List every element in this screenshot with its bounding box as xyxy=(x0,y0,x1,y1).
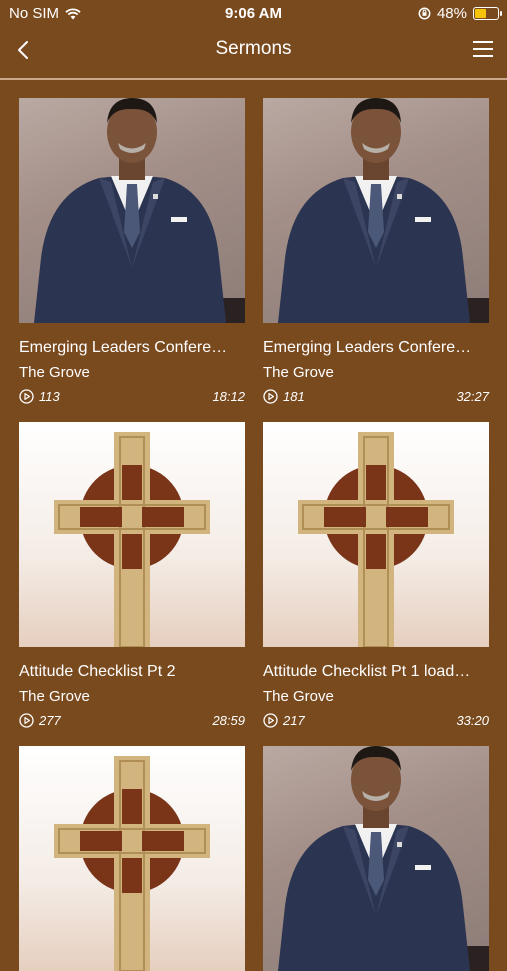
status-bar: No SIM 9:06 AM 48% xyxy=(0,0,507,28)
play-count-value: 113 xyxy=(39,389,60,404)
sermon-card[interactable] xyxy=(19,746,245,971)
sermon-meta: 217 33:20 xyxy=(263,713,489,731)
cross-logo-image xyxy=(54,432,210,647)
sermon-card[interactable]: Attitude Checklist Pt 2 The Grove 277 28:59 xyxy=(19,422,245,731)
battery-level xyxy=(475,9,486,18)
play-circle-icon xyxy=(263,389,278,404)
sermon-title: Emerging Leaders Confere… xyxy=(19,339,228,356)
play-circle-icon xyxy=(19,713,34,728)
sermon-subtitle: The Grove xyxy=(19,364,90,381)
sermon-subtitle: The Grove xyxy=(263,688,334,705)
battery-percent: 48% xyxy=(436,5,467,22)
speaker-portrait-image xyxy=(278,98,489,323)
sermon-thumbnail[interactable] xyxy=(19,422,245,647)
speaker-portrait-image xyxy=(278,746,489,971)
page-title: Sermons xyxy=(215,38,292,59)
play-circle-icon xyxy=(19,389,34,404)
cross-logo-image xyxy=(54,756,210,971)
sermon-duration: 28:59 xyxy=(212,713,245,728)
sermon-thumbnail[interactable] xyxy=(263,98,489,323)
sermon-duration: 18:12 xyxy=(212,389,245,404)
hamburger-menu-icon[interactable] xyxy=(471,38,495,60)
sermon-duration: 33:20 xyxy=(456,713,489,728)
sermon-meta: 277 28:59 xyxy=(19,713,245,731)
sermon-duration: 32:27 xyxy=(456,389,489,404)
sermon-card[interactable]: Emerging Leaders Confere… The Grove 181 32:… xyxy=(263,98,489,407)
navigation-bar: Sermons xyxy=(0,28,507,78)
cross-logo-image xyxy=(298,432,454,647)
orientation-lock-icon xyxy=(418,7,431,20)
sermon-title: Attitude Checklist Pt 1 load… xyxy=(263,663,471,680)
sermon-meta: 113 18:12 xyxy=(19,389,245,407)
play-count: 113 xyxy=(19,389,60,404)
play-count-value: 217 xyxy=(283,713,305,728)
sermon-subtitle: The Grove xyxy=(263,364,334,381)
play-count: 181 xyxy=(263,389,305,404)
sermon-meta: 181 32:27 xyxy=(263,389,489,407)
sermon-card[interactable]: Attitude Checklist Pt 1 load… The Grove 21… xyxy=(263,422,489,731)
battery-icon xyxy=(473,7,502,20)
speaker-portrait-image xyxy=(34,98,245,323)
sermon-thumbnail[interactable] xyxy=(263,422,489,647)
play-count-value: 277 xyxy=(39,713,61,728)
play-count: 277 xyxy=(19,713,61,728)
nav-divider xyxy=(0,78,507,80)
sermon-card[interactable] xyxy=(263,746,489,971)
play-count-value: 181 xyxy=(283,389,305,404)
sermon-subtitle: The Grove xyxy=(19,688,90,705)
sermon-thumbnail[interactable] xyxy=(263,746,489,971)
play-count: 217 xyxy=(263,713,305,728)
sermon-thumbnail[interactable] xyxy=(19,98,245,323)
battery-group: 48% xyxy=(418,5,502,22)
sermon-card[interactable]: Emerging Leaders Confere… The Grove 113 18:… xyxy=(19,98,245,407)
sermon-thumbnail[interactable] xyxy=(19,746,245,971)
sermon-title: Emerging Leaders Confere… xyxy=(263,339,472,356)
play-circle-icon xyxy=(263,713,278,728)
sermon-title: Attitude Checklist Pt 2 xyxy=(19,663,176,680)
